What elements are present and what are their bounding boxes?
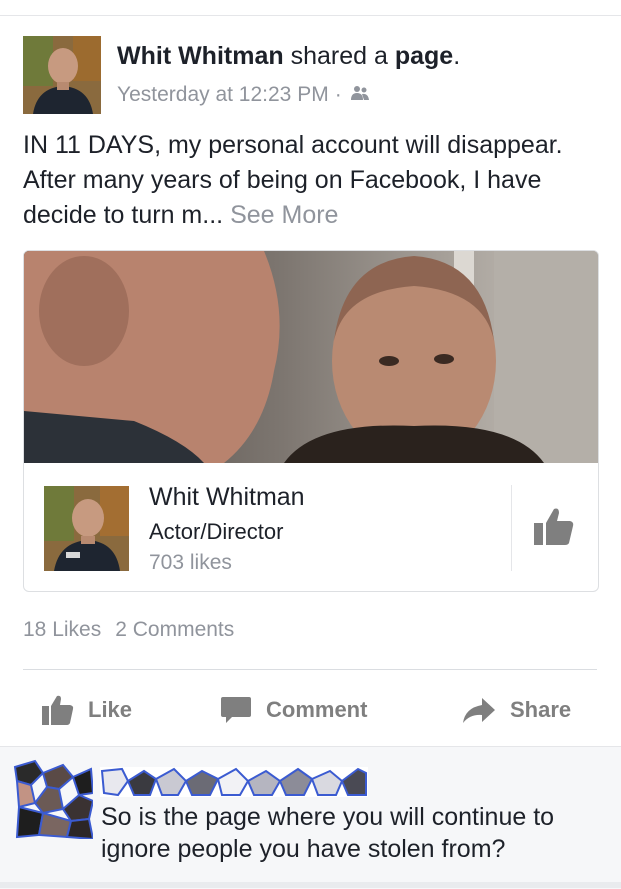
top-divider <box>0 15 621 16</box>
shared-page-card[interactable]: Whit Whitman Actor/Director 703 likes <box>23 250 599 592</box>
comments-count[interactable]: 2 Comments <box>115 618 234 641</box>
like-button[interactable]: Like <box>42 690 132 730</box>
thumbs-up-icon[interactable] <box>532 505 576 549</box>
share-icon <box>463 698 495 723</box>
redacted-avatar <box>13 759 95 841</box>
actions-divider <box>23 669 597 670</box>
post-author-line: Whit Whitman shared a page. <box>117 42 460 71</box>
page-avatar[interactable] <box>44 486 129 571</box>
page-likes-count: 703 likes <box>149 551 232 574</box>
share-button[interactable]: Share <box>462 690 571 730</box>
action-text: shared a <box>290 42 388 70</box>
like-icon <box>42 695 74 725</box>
page-category: Actor/Director <box>149 519 284 544</box>
cover-photo[interactable] <box>24 251 598 463</box>
see-more-link[interactable]: See More <box>230 201 338 229</box>
friends-icon[interactable] <box>350 83 370 107</box>
reaction-counts: 18 Likes 2 Comments <box>23 618 234 642</box>
comment-icon <box>221 697 251 723</box>
shared-object-link[interactable]: page <box>395 42 453 70</box>
punctuation: . <box>453 42 461 70</box>
author-name-link[interactable]: Whit Whitman <box>117 42 284 70</box>
comment-body: So is the page where you will continue t… <box>101 803 555 863</box>
post-meta: Yesterday at 12:23 PM · <box>117 83 370 107</box>
comment-button[interactable]: Comment <box>220 690 367 730</box>
redacted-commenter-name <box>100 767 368 797</box>
author-avatar[interactable] <box>23 36 101 114</box>
likes-count[interactable]: 18 Likes <box>23 618 101 641</box>
meta-separator: · <box>334 83 342 106</box>
comment-section: So is the page where you will continue t… <box>0 746 621 889</box>
share-label: Share <box>510 697 572 722</box>
timestamp[interactable]: Yesterday at 12:23 PM <box>117 83 329 106</box>
like-label: Like <box>88 697 133 722</box>
bottom-bar <box>0 882 621 888</box>
card-divider <box>511 485 512 571</box>
post-text: IN 11 DAYS, my personal account will dis… <box>23 128 603 233</box>
comment-label: Comment <box>266 697 368 722</box>
page-name[interactable]: Whit Whitman <box>149 483 305 512</box>
